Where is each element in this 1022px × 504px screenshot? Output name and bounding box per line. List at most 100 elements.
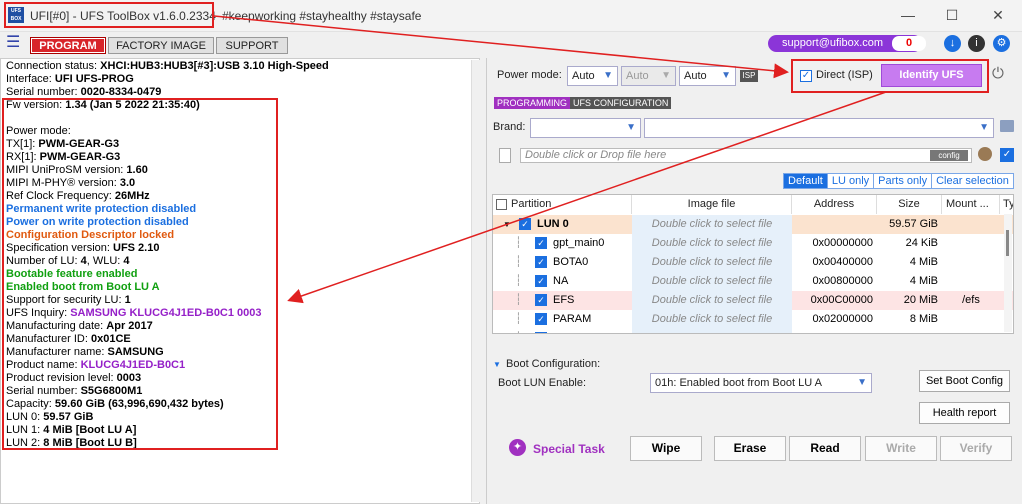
set-boot-config-button[interactable]: Set Boot Config <box>919 370 1010 392</box>
annotation-box-title <box>4 2 214 28</box>
log-line: Connection status: XHCI:HUB3:HUB3[#3]:US… <box>6 60 329 73</box>
direct-isp-checkbox[interactable]: ✓ <box>800 70 812 82</box>
config-gear-icon[interactable] <box>978 147 992 161</box>
health-report-button[interactable]: Health report <box>919 402 1010 424</box>
chevron-down-icon: ▼ <box>721 70 731 81</box>
folder-icon[interactable] <box>1000 120 1014 132</box>
table-scroll-thumb[interactable] <box>1006 230 1009 256</box>
identify-ufs-button[interactable]: Identify UFS <box>881 64 982 87</box>
mount-cell <box>946 329 996 333</box>
window-tags: #keepworking #stayhealthy #staysafe <box>222 9 422 23</box>
image-file-cell[interactable]: Double click to select file <box>632 310 792 329</box>
chevron-down-icon: ▼ <box>626 122 636 133</box>
image-file-cell[interactable]: Double click to select file <box>632 253 792 272</box>
address-cell: 0x02000000 <box>812 313 873 325</box>
firmware-file-input[interactable]: Double click or Drop file here <box>520 148 972 163</box>
power-mode-select-3[interactable]: Auto ▼ <box>679 66 736 86</box>
address-cell: 0x00400000 <box>812 256 873 268</box>
settings-gear-icon[interactable]: ⚙ <box>993 35 1010 52</box>
filter-default[interactable]: Default <box>784 174 828 188</box>
subtab-ufs-configuration[interactable]: UFS CONFIGURATION <box>570 97 672 109</box>
collapse-triangle-icon[interactable]: ▼ <box>493 360 501 369</box>
image-file-cell[interactable]: Double click to select file <box>632 234 792 253</box>
write-button[interactable]: Write <box>865 436 937 461</box>
chevron-down-icon: ▼ <box>661 70 671 81</box>
image-file-cell[interactable]: Double click to select file <box>632 272 792 291</box>
support-count-badge: 0 <box>892 36 926 51</box>
subtab-programming[interactable]: PROGRAMMING <box>494 97 571 109</box>
special-task-icon[interactable]: ✦ <box>509 439 526 456</box>
row-checkbox[interactable]: ✓ <box>535 237 547 249</box>
info-icon[interactable]: i <box>968 35 985 52</box>
size-cell: 59.57 GiB <box>889 218 938 230</box>
wipe-button[interactable]: Wipe <box>630 436 702 461</box>
mount-cell <box>946 310 996 329</box>
size-cell: 4 MiB <box>909 256 938 268</box>
table-row[interactable]: ┆ ✓ Double click to select file <box>493 329 1013 333</box>
column-mount[interactable]: Mount ... <box>942 195 1000 214</box>
row-checkbox[interactable]: ✓ <box>535 294 547 306</box>
table-row[interactable]: ┆ ✓ PARAM Double click to select file 0x0200… <box>493 310 1013 329</box>
size-cell: 24 KiB <box>905 237 938 249</box>
power-mode-select-1[interactable]: Auto ▼ <box>567 66 618 86</box>
brand-label: Brand: <box>493 121 526 133</box>
verify-button[interactable]: Verify <box>940 436 1012 461</box>
tree-line: ┆ <box>515 313 522 325</box>
power-mode-select-2[interactable]: Auto ▼ <box>621 66 676 86</box>
row-checkbox[interactable]: ✓ <box>535 275 547 287</box>
log-key: Serial number: <box>6 86 81 98</box>
address-cell: 0x00800000 <box>812 275 873 287</box>
log-value: XHCI:HUB3:HUB3[#3]:USB 3.10 High-Speed <box>100 60 329 72</box>
expand-triangle-icon[interactable]: ▼ <box>503 215 511 234</box>
brand-select[interactable]: ▼ <box>530 118 641 138</box>
row-checkbox[interactable]: ✓ <box>535 332 547 333</box>
mount-cell <box>946 253 996 272</box>
filter-clear-selection[interactable]: Clear selection <box>932 174 1013 188</box>
file-enable-checkbox[interactable]: ✓ <box>1000 148 1014 162</box>
table-row[interactable]: ┆ ✓ BOTA0 Double click to select file 0x0040… <box>493 253 1013 272</box>
filter-lu-only[interactable]: LU only <box>828 174 875 188</box>
model-select[interactable]: ▼ <box>644 118 994 138</box>
special-task-link[interactable]: Special Task <box>533 442 605 456</box>
chevron-down-icon: ▼ <box>979 122 989 133</box>
column-address[interactable]: Address <box>792 195 877 214</box>
image-file-cell[interactable]: Double click to select file <box>632 291 792 310</box>
log-scrollbar[interactable] <box>471 60 480 502</box>
image-file-cell[interactable]: Double click to select file <box>632 215 792 234</box>
column-image-file[interactable]: Image file <box>632 195 792 214</box>
tree-line: ┆ <box>515 275 522 287</box>
select-all-checkbox[interactable] <box>496 199 507 210</box>
close-icon[interactable]: ✕ <box>978 4 1018 26</box>
tab-factory-image[interactable]: FACTORY IMAGE <box>108 37 214 54</box>
column-partition[interactable]: Partition <box>493 195 632 214</box>
hamburger-menu-icon[interactable]: ☰ <box>6 35 24 51</box>
power-icon[interactable]: ⏻ <box>992 66 1008 82</box>
erase-button[interactable]: Erase <box>714 436 786 461</box>
address-cell <box>792 215 873 234</box>
download-icon[interactable]: ↓ <box>944 35 961 52</box>
column-size[interactable]: Size <box>877 195 942 214</box>
log-value: UFI UFS-PROG <box>54 73 134 85</box>
row-checkbox[interactable]: ✓ <box>535 256 547 268</box>
boot-config-label: Boot Configuration: <box>506 358 601 370</box>
table-row[interactable]: ┆ ✓ NA Double click to select file 0x0080000… <box>493 272 1013 291</box>
minimize-icon[interactable]: — <box>888 4 928 26</box>
chevron-down-icon: ▼ <box>603 70 613 81</box>
tree-line: ┆ <box>515 256 522 268</box>
table-row[interactable]: ▼ ✓ LUN 0 Double click to select file 59.57 … <box>493 215 1013 234</box>
read-button[interactable]: Read <box>789 436 861 461</box>
size-cell: 20 MiB <box>903 294 938 306</box>
tab-support[interactable]: SUPPORT <box>216 37 288 54</box>
address-cell: 0x00C00000 <box>810 294 873 306</box>
log-key: Interface: <box>6 73 55 85</box>
boot-lun-select[interactable]: 01h: Enabled boot from Boot LU A ▼ <box>650 373 872 393</box>
table-row[interactable]: ┆ ✓ gpt_main0 Double click to select file 0x… <box>493 234 1013 253</box>
row-checkbox[interactable]: ✓ <box>535 313 547 325</box>
tab-program[interactable]: PROGRAM <box>30 37 106 54</box>
image-file-cell[interactable]: Double click to select file <box>632 329 792 333</box>
table-row[interactable]: ┆ ✓ EFS Double click to select file 0x00C000… <box>493 291 1013 310</box>
maximize-icon[interactable]: ☐ <box>932 4 972 26</box>
column-type[interactable]: Ty <box>1000 195 1013 214</box>
filter-parts-only[interactable]: Parts only <box>874 174 933 188</box>
row-checkbox[interactable]: ✓ <box>519 218 531 230</box>
